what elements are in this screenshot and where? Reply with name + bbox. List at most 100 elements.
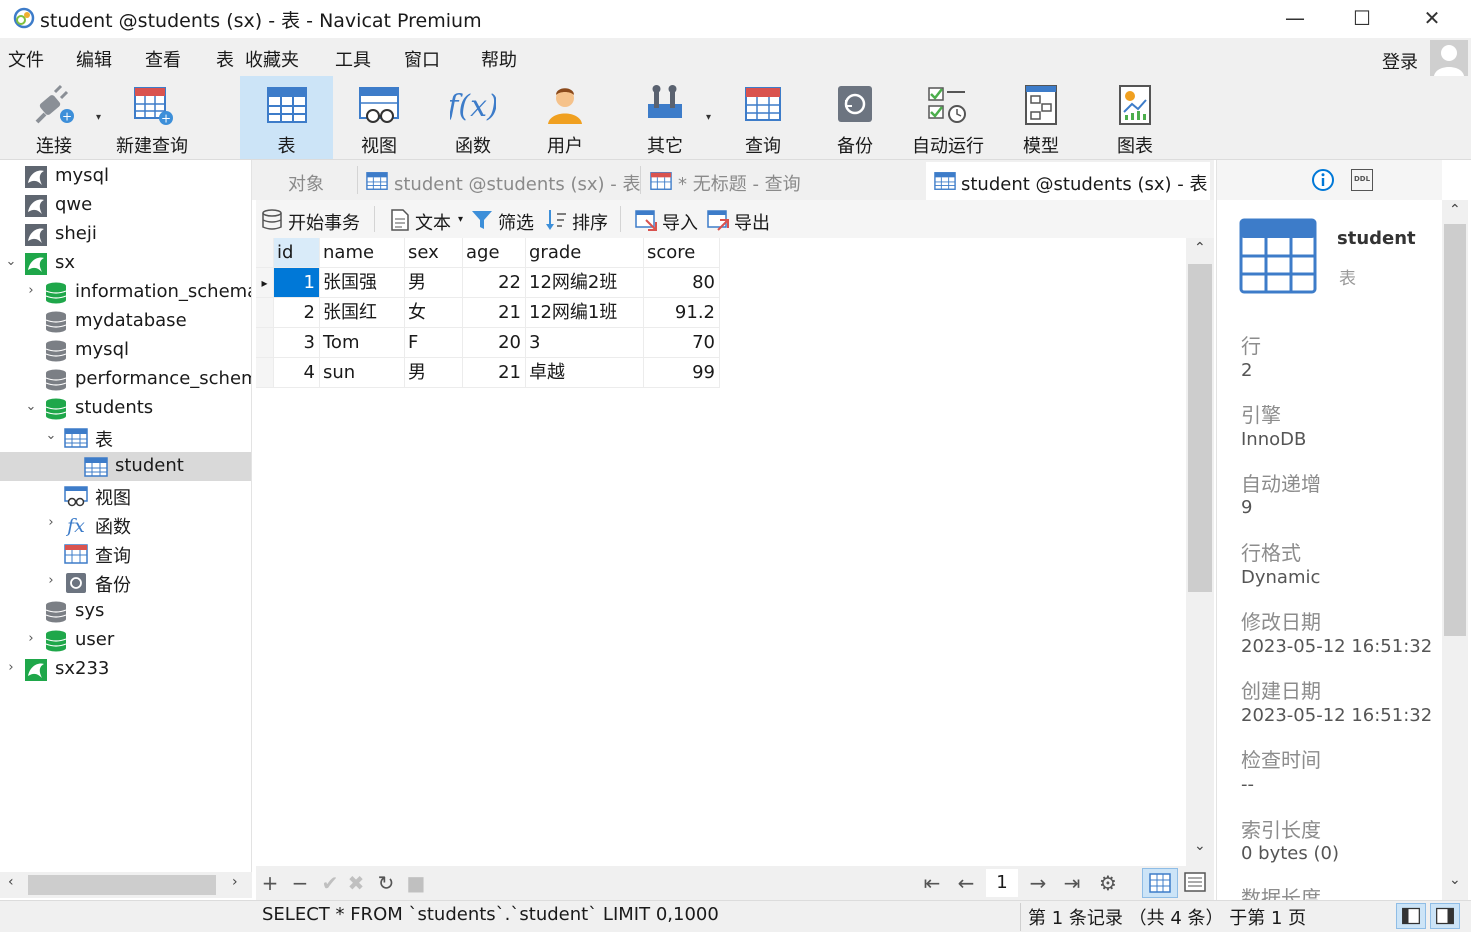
tab-student-table-active[interactable]: student @students (sx) - 表 [926,162,1210,200]
tab-untitled-query[interactable]: * 无标题 - 查询 [642,162,924,200]
table-cell[interactable]: 80 [644,268,720,298]
table-cell[interactable]: 卓越 [526,358,644,388]
table-button[interactable]: 表 [240,76,333,159]
tree-item-student-table[interactable]: student [0,452,251,481]
table-cell[interactable]: sun [320,358,405,388]
toggle-right-panel-button[interactable] [1430,903,1460,929]
tree-item-mysql-database[interactable]: mysql [0,336,251,365]
delete-record-icon[interactable]: − [288,871,312,895]
form-view-toggle[interactable] [1178,868,1214,898]
tree-item-performance-schema[interactable]: performance_schema [0,365,251,394]
table-cell[interactable]: 91.2 [644,298,720,328]
tree-item-views-folder[interactable]: 视图 [0,481,251,510]
table-cell[interactable]: 3 [274,328,320,358]
ddl-icon[interactable]: DDL [1351,169,1373,191]
chart-button[interactable]: 图表 [1096,76,1174,159]
scroll-left-icon[interactable]: ‹ [8,874,14,890]
last-page-icon[interactable]: ⇥ [1060,871,1084,895]
table-cell[interactable]: 3 [526,328,644,358]
page-number-input[interactable]: 1 [986,869,1018,897]
info-panel-vertical-scrollbar[interactable]: ⌃ ⌄ [1442,200,1468,900]
connect-dropdown-icon[interactable]: ▾ [96,112,101,123]
scroll-down-icon[interactable]: ⌄ [1449,872,1461,888]
tab-objects[interactable]: 对象 [252,162,356,200]
menu-help[interactable]: 帮助 [481,46,517,72]
table-cell[interactable]: 99 [644,358,720,388]
expand-chevron-icon[interactable]: › [44,573,58,588]
tree-item-backups-folder[interactable]: › 备份 [0,568,251,597]
tree-item-functions-folder[interactable]: › fx 函数 [0,510,251,539]
close-button[interactable]: ✕ [1397,0,1467,36]
tree-item-queries-folder[interactable]: 查询 [0,539,251,568]
table-cell[interactable]: 12网编2班 [526,268,644,298]
others-button[interactable]: 其它 [626,76,704,159]
others-dropdown-icon[interactable]: ▾ [706,112,711,123]
column-header-grade[interactable]: grade [526,238,644,268]
tree-item-sheji-connection[interactable]: sheji [0,220,251,249]
user-button[interactable]: 用户 [526,76,604,159]
column-header-sex[interactable]: sex [405,238,463,268]
table-cell[interactable]: 20 [463,328,526,358]
menu-favorites[interactable]: 收藏夹 [245,46,299,72]
toggle-left-panel-button[interactable] [1396,903,1426,929]
import-button[interactable]: 导入 [634,206,700,234]
menu-window[interactable]: 窗口 [404,46,440,72]
menu-file[interactable]: 文件 [8,46,44,72]
table-cell[interactable]: 男 [405,358,463,388]
table-cell[interactable]: 21 [463,358,526,388]
menu-view[interactable]: 查看 [145,46,181,72]
scrollbar-thumb[interactable] [1188,264,1212,592]
expand-chevron-icon[interactable]: › [4,660,18,675]
menu-tools[interactable]: 工具 [335,46,371,72]
stop-icon[interactable]: ■ [404,871,428,895]
tree-item-sys-database[interactable]: sys [0,597,251,626]
tree-item-user-database[interactable]: › user [0,626,251,655]
login-link[interactable]: 登录 [1382,48,1418,74]
export-button[interactable]: 导出 [706,206,772,234]
table-cell[interactable]: 2 [274,298,320,328]
filter-button[interactable]: 筛选 [470,206,538,234]
menu-table[interactable]: 表 [216,46,234,72]
column-header-score[interactable]: score [644,238,720,268]
tree-item-qwe-connection[interactable]: qwe [0,191,251,220]
scroll-up-icon[interactable]: ⌃ [1449,202,1461,218]
new-query-button[interactable]: + 新建查询 [110,76,194,159]
table-cell[interactable]: 张国强 [320,268,405,298]
collapse-chevron-icon[interactable]: ⌄ [44,428,58,443]
add-record-icon[interactable]: + [258,871,282,895]
row-selector[interactable] [256,358,274,388]
discard-changes-icon[interactable]: ✖ [344,871,368,895]
tree-item-tables-folder[interactable]: ⌄ 表 [0,423,251,452]
row-selector[interactable] [256,298,274,328]
menu-edit[interactable]: 编辑 [76,46,112,72]
tree-item-sx233-connection[interactable]: › sx233 [0,655,251,684]
table-cell[interactable]: 12网编1班 [526,298,644,328]
automation-button[interactable]: 自动运行 [906,76,990,159]
minimize-button[interactable]: — [1260,0,1330,36]
tree-item-mysql-connection[interactable]: mysql [0,162,251,191]
query-button[interactable]: 查询 [724,76,802,159]
collapse-chevron-icon[interactable]: ⌄ [24,399,38,414]
grid-vertical-scrollbar[interactable]: ⌃ ⌄ [1186,238,1214,866]
table-cell[interactable]: 21 [463,298,526,328]
sort-button[interactable]: 排序 [544,206,610,234]
next-page-icon[interactable]: → [1026,871,1050,895]
column-header-name[interactable]: name [320,238,405,268]
tab-student-table-1[interactable]: student @students (sx) - 表 [358,162,640,200]
table-cell[interactable]: 男 [405,268,463,298]
avatar[interactable] [1430,40,1468,76]
table-cell[interactable]: 张国红 [320,298,405,328]
connect-button[interactable]: + 连接 [16,76,92,159]
scroll-down-icon[interactable]: ⌄ [1194,838,1206,854]
apply-changes-icon[interactable]: ✔ [318,871,342,895]
expand-chevron-icon[interactable]: › [24,631,38,646]
table-cell[interactable]: 女 [405,298,463,328]
previous-page-icon[interactable]: ← [954,871,978,895]
table-cell[interactable]: Tom [320,328,405,358]
table-cell[interactable]: 22 [463,268,526,298]
scrollbar-thumb[interactable] [1444,224,1466,636]
first-page-icon[interactable]: ⇤ [920,871,944,895]
row-selector[interactable] [256,328,274,358]
column-header-age[interactable]: age [463,238,526,268]
text-dropdown-icon[interactable]: ▾ [458,214,463,225]
